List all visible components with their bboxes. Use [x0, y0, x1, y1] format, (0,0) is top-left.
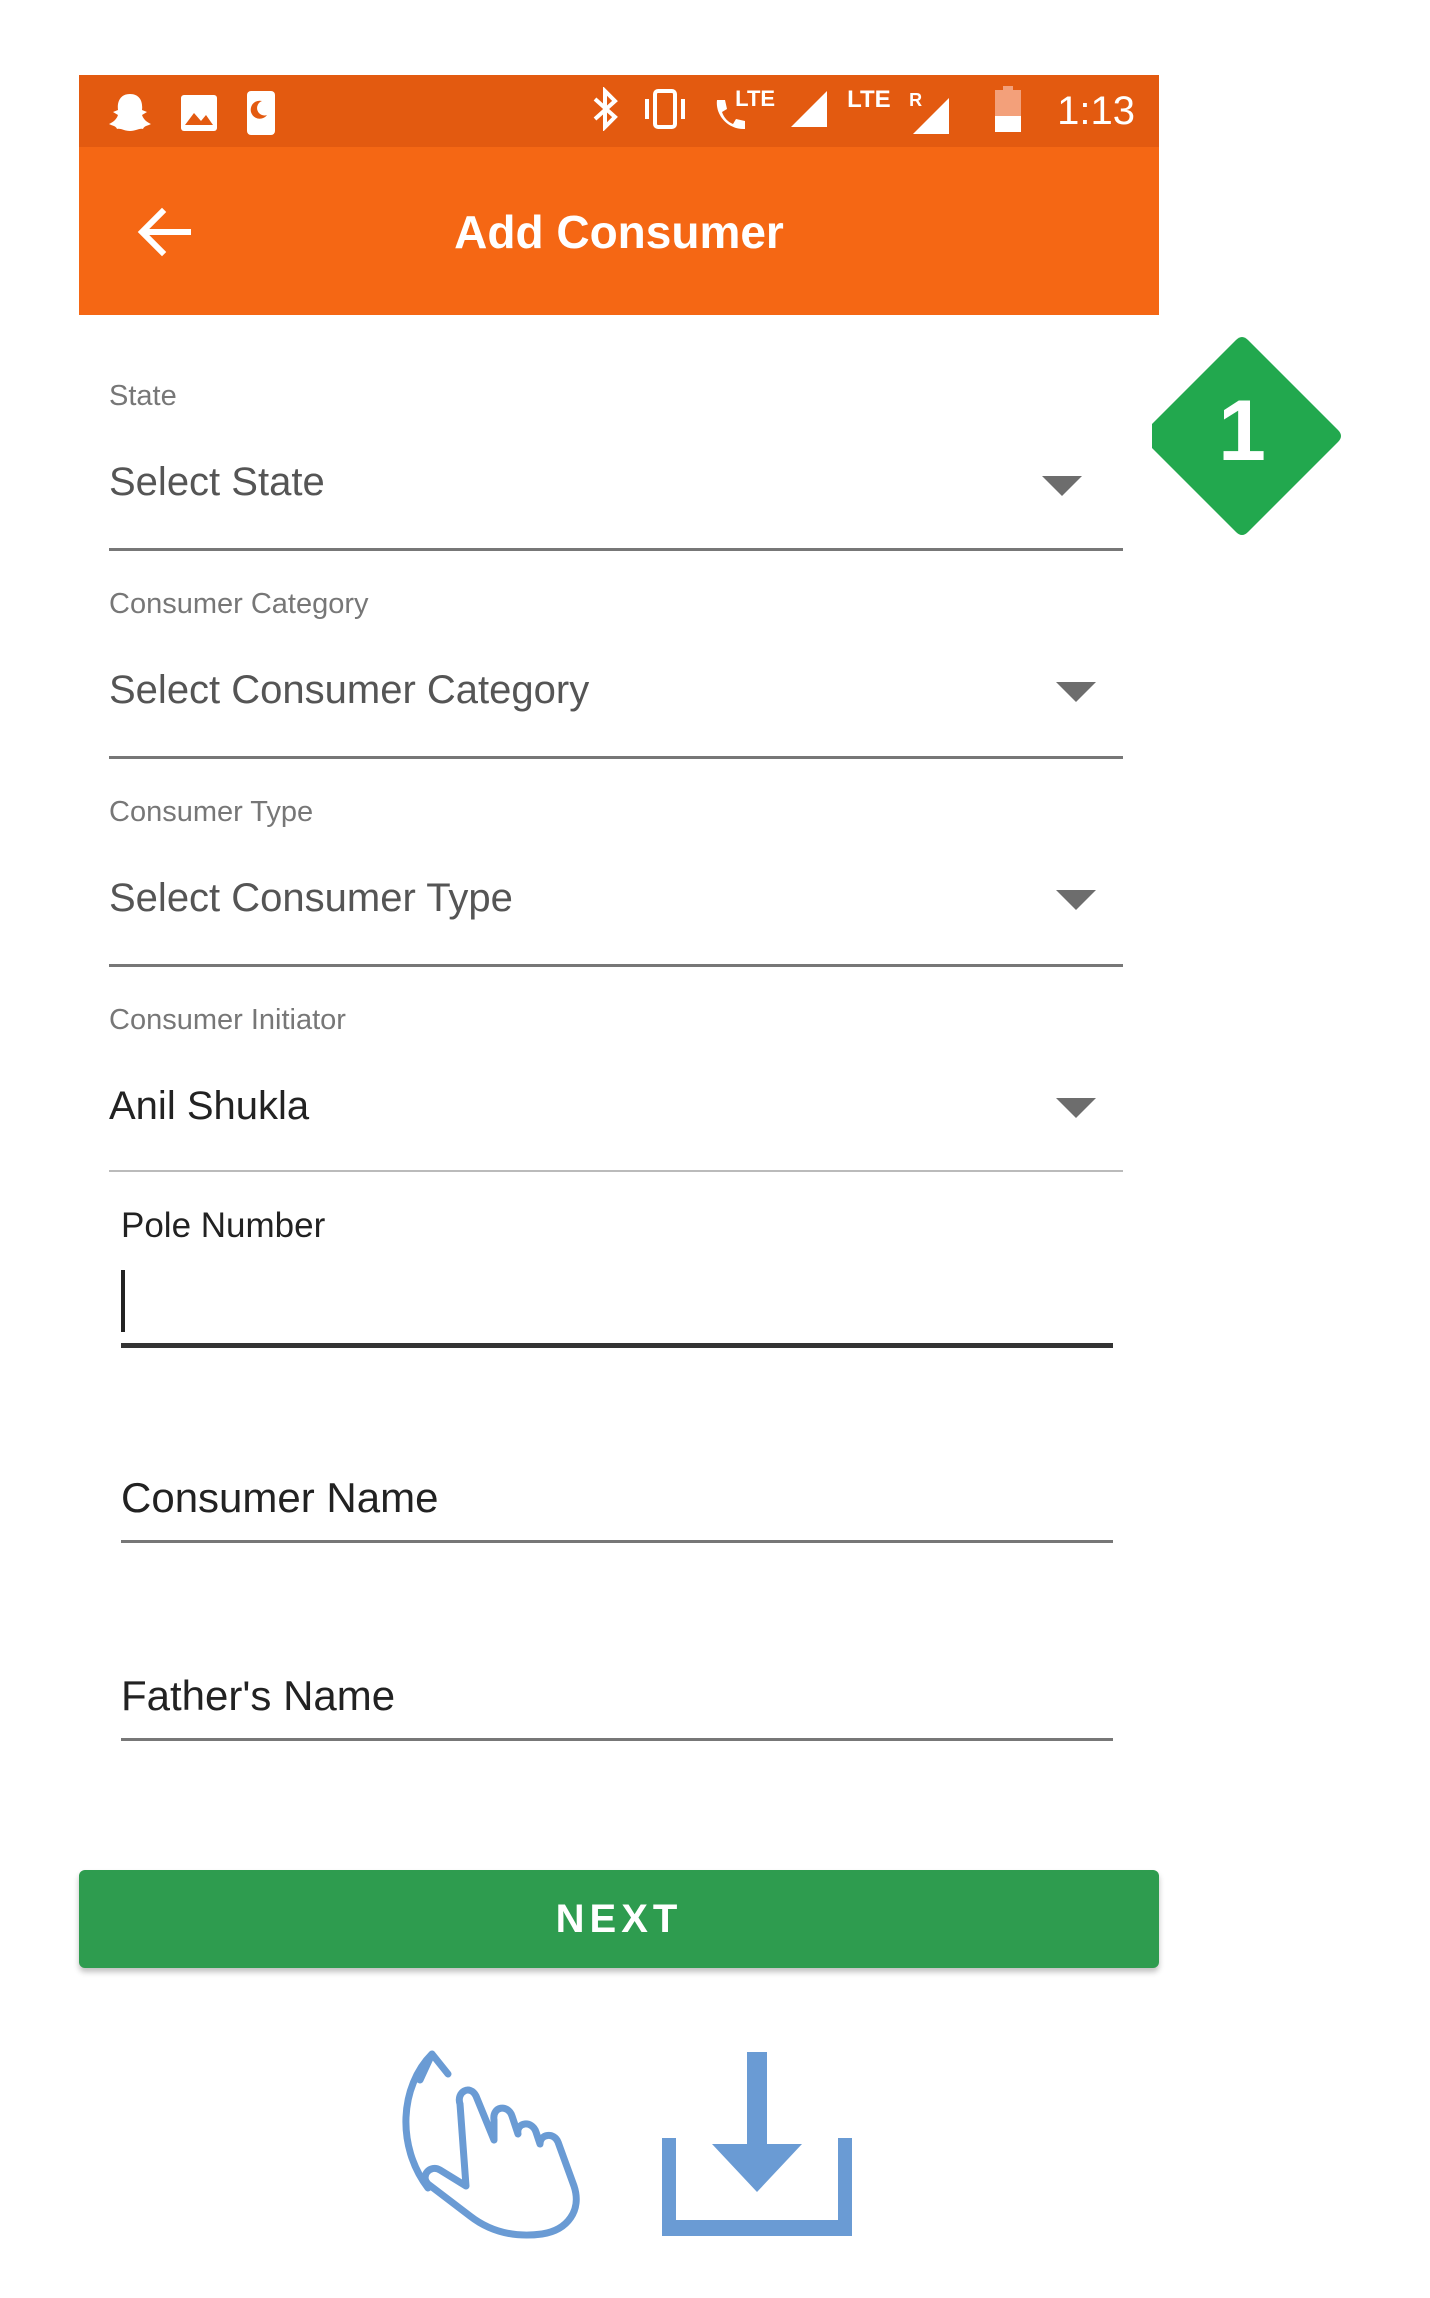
status-left-icons	[107, 89, 277, 142]
status-right-icons: LTE LTE R 1:13	[591, 83, 1135, 139]
signal-icon	[789, 89, 829, 134]
state-underline	[109, 548, 1123, 551]
text-cursor	[121, 1270, 125, 1332]
consumer-type-label: Consumer Type	[109, 796, 314, 828]
battery-low-icon	[995, 85, 1022, 137]
screen: LTE LTE R 1:13 Add Consumer 1 State Sele…	[0, 0, 1430, 2298]
status-bar: LTE LTE R 1:13	[79, 75, 1159, 147]
vibrate-icon	[639, 87, 691, 136]
consumer-type-value: Select Consumer Type	[109, 876, 513, 920]
page-title: Add Consumer	[454, 206, 784, 258]
consumer-category-label: Consumer Category	[109, 588, 369, 620]
consumer-initiator-label: Consumer Initiator	[109, 1004, 346, 1036]
next-button[interactable]: NEXT	[79, 1870, 1159, 1968]
app-bar: Add Consumer	[79, 147, 1159, 315]
consumer-category-underline	[109, 756, 1123, 759]
signal-roaming-icon: LTE R	[847, 86, 951, 136]
pole-number-label: Pole Number	[121, 1206, 326, 1245]
lte-label-1: LTE	[735, 86, 776, 111]
tap-gesture-icon	[382, 2040, 602, 2245]
state-label: State	[109, 380, 177, 412]
fathers-name-underline	[121, 1738, 1113, 1741]
lte-label-2: LTE	[847, 86, 891, 113]
chevron-down-icon	[1056, 682, 1096, 702]
chevron-down-icon	[1042, 476, 1082, 496]
download-icon	[660, 2052, 854, 2241]
pole-number-underline	[121, 1343, 1113, 1348]
step-number: 1	[1218, 383, 1266, 479]
chevron-down-icon	[1056, 1098, 1096, 1118]
status-time: 1:13	[1057, 88, 1135, 133]
bluetooth-icon	[591, 85, 621, 136]
state-value: Select State	[109, 460, 325, 504]
snapchat-icon	[107, 91, 153, 140]
night-mode-icon	[245, 89, 277, 142]
consumer-category-value: Select Consumer Category	[109, 668, 590, 712]
image-icon	[179, 93, 219, 138]
consumer-name-underline	[121, 1540, 1113, 1543]
fathers-name-input[interactable]: Father's Name	[121, 1672, 395, 1720]
step-badge: 1	[1152, 330, 1352, 540]
consumer-name-input[interactable]: Consumer Name	[121, 1474, 438, 1522]
volte-call-icon: LTE	[709, 86, 775, 136]
consumer-initiator-underline	[109, 1170, 1123, 1172]
chevron-down-icon	[1056, 890, 1096, 910]
consumer-initiator-value: Anil Shukla	[109, 1084, 310, 1128]
consumer-type-underline	[109, 964, 1123, 967]
